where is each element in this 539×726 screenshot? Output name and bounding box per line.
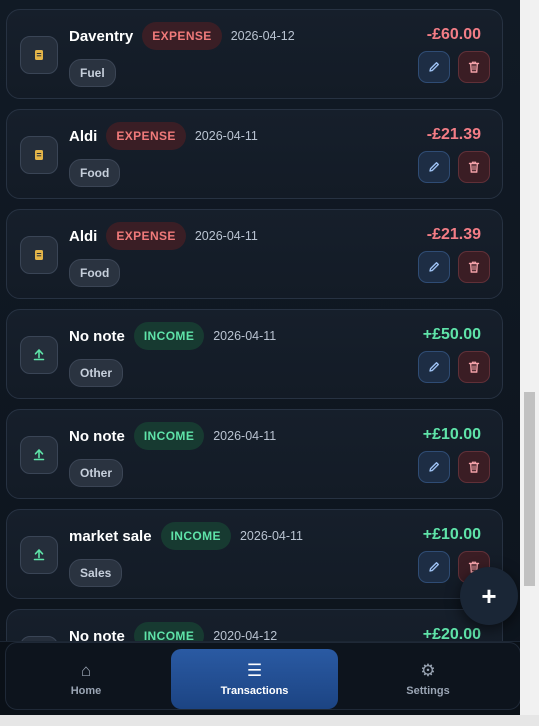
trash-icon (467, 360, 481, 374)
transaction-title: market sale (69, 527, 152, 545)
transaction-card[interactable]: Aldi EXPENSE 2026-04-11 Food -£21.39 (6, 209, 503, 299)
edit-button[interactable] (418, 251, 450, 283)
transaction-date: 2026-04-11 (213, 329, 277, 343)
edit-button[interactable] (418, 351, 450, 383)
delete-button[interactable] (458, 351, 490, 383)
type-badge: EXPENSE (106, 122, 186, 150)
edit-button[interactable] (418, 551, 450, 583)
category-tag: Sales (69, 559, 123, 587)
transaction-list: Daventry EXPENSE 2026-04-12 Fuel -£60.00… (6, 9, 503, 709)
upload-arrow-icon (20, 336, 58, 374)
nav-home[interactable]: ⌂ Home (6, 649, 166, 709)
category-tag: Food (69, 259, 121, 287)
transaction-date: 2026-04-12 (230, 29, 295, 43)
pencil-icon (427, 60, 441, 74)
trash-icon (467, 160, 481, 174)
type-badge: INCOME (133, 322, 205, 350)
upload-arrow-icon (20, 436, 58, 474)
type-badge: EXPENSE (106, 222, 186, 250)
bottom-navigation: ⌂ Home ☰ Transactions ⚙ Settings (0, 641, 520, 715)
transaction-card[interactable]: No note INCOME 2026-04-11 Other +£10.00 (6, 409, 503, 499)
transaction-amount: -£21.39 (426, 226, 481, 243)
edit-button[interactable] (418, 51, 450, 83)
transaction-title: Aldi (69, 127, 98, 145)
category-tag: Food (69, 159, 121, 187)
pencil-icon (427, 160, 441, 174)
transaction-header: Daventry EXPENSE 2026-04-12 (69, 22, 295, 50)
receipt-icon (20, 236, 58, 274)
transaction-amount: +£10.00 (422, 426, 481, 443)
type-badge: INCOME (133, 422, 205, 450)
nav-settings-label: Settings (406, 684, 450, 697)
transaction-amount: -£21.39 (426, 126, 481, 143)
plus-icon: + (481, 580, 497, 611)
transaction-date: 2026-04-11 (194, 229, 258, 243)
delete-button[interactable] (458, 51, 490, 83)
transaction-date: 2026-04-11 (239, 529, 303, 543)
transaction-card[interactable]: Daventry EXPENSE 2026-04-12 Fuel -£60.00 (6, 9, 503, 99)
category-tag: Other (69, 459, 124, 487)
delete-button[interactable] (458, 151, 490, 183)
trash-icon (467, 260, 481, 274)
delete-button[interactable] (458, 451, 490, 483)
transaction-header: Aldi EXPENSE 2026-04-11 (69, 122, 258, 150)
transaction-header: Aldi EXPENSE 2026-04-11 (69, 222, 258, 250)
list-icon: ☰ (246, 660, 263, 680)
nav-transactions-label: Transactions (220, 684, 289, 697)
pencil-icon (427, 360, 441, 374)
pencil-icon (427, 260, 441, 274)
add-transaction-button[interactable]: + (460, 567, 518, 625)
category-tag: Fuel (69, 59, 116, 87)
nav-container: ⌂ Home ☰ Transactions ⚙ Settings (5, 642, 520, 710)
type-badge: EXPENSE (142, 22, 222, 50)
scrollbar-thumb[interactable] (524, 392, 535, 586)
transaction-title: Daventry (69, 27, 134, 45)
transaction-card[interactable]: No note INCOME 2026-04-11 Other +£50.00 (6, 309, 503, 399)
transaction-date: 2026-04-11 (194, 129, 258, 143)
edit-button[interactable] (418, 151, 450, 183)
trash-icon (467, 460, 481, 474)
transaction-header: No note INCOME 2026-04-11 (69, 322, 276, 350)
transactions-screen: Daventry EXPENSE 2026-04-12 Fuel -£60.00… (0, 0, 520, 715)
edit-button[interactable] (418, 451, 450, 483)
trash-icon (467, 60, 481, 74)
horizontal-scrollbar[interactable] (0, 715, 539, 726)
transaction-card[interactable]: market sale INCOME 2026-04-11 Sales +£10… (6, 509, 503, 599)
transaction-title: No note (69, 427, 125, 445)
type-badge: INCOME (160, 522, 231, 550)
transaction-amount: -£60.00 (426, 26, 481, 43)
pencil-icon (427, 560, 441, 574)
transaction-amount: +£10.00 (422, 526, 481, 543)
receipt-icon (20, 36, 58, 74)
nav-settings[interactable]: ⚙ Settings (346, 649, 510, 709)
transaction-title: No note (69, 327, 125, 345)
upload-arrow-icon (20, 536, 58, 574)
gear-icon: ⚙ (420, 660, 436, 680)
transaction-header: market sale INCOME 2026-04-11 (69, 522, 303, 550)
transaction-header: No note INCOME 2026-04-11 (69, 422, 276, 450)
home-icon: ⌂ (80, 660, 92, 680)
transaction-date: 2026-04-11 (213, 429, 277, 443)
nav-home-label: Home (70, 684, 102, 697)
category-tag: Other (69, 359, 124, 387)
pencil-icon (427, 460, 441, 474)
scrollbar-track[interactable] (520, 0, 539, 715)
receipt-icon (20, 136, 58, 174)
delete-button[interactable] (458, 251, 490, 283)
transaction-amount: +£50.00 (422, 326, 481, 343)
nav-transactions[interactable]: ☰ Transactions (171, 649, 338, 709)
transaction-title: Aldi (69, 227, 98, 245)
transaction-card[interactable]: Aldi EXPENSE 2026-04-11 Food -£21.39 (6, 109, 503, 199)
